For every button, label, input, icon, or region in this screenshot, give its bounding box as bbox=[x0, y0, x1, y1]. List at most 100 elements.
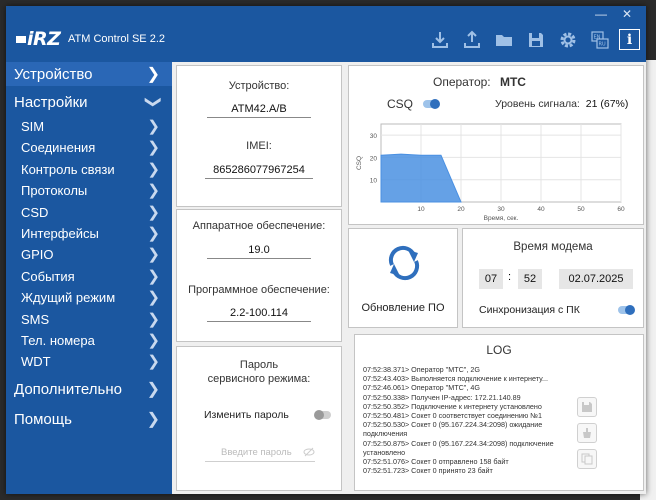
log-title: LOG bbox=[486, 343, 512, 357]
update-label: Обновление ПО bbox=[361, 302, 445, 314]
log-output: 07:52:38.371> Оператор "МТС", 2G 07:52:43… bbox=[363, 365, 555, 475]
operator-panel: Оператор: МТС CSQ Уровень сигнала: 21 (6… bbox=[348, 65, 644, 225]
upload-icon[interactable] bbox=[459, 28, 485, 52]
sidebar-subitem[interactable]: События ❯ bbox=[6, 266, 172, 287]
app-title: ATM Control SE 2.2 bbox=[68, 33, 165, 45]
sidebar-subitem[interactable]: CSD ❯ bbox=[6, 202, 172, 223]
window-controls: — ✕ bbox=[588, 6, 640, 22]
log-line: 07:52:46.061> Оператор "МТС", 4G bbox=[363, 383, 480, 393]
sidebar-subitem[interactable]: Соединения ❯ bbox=[6, 137, 172, 158]
chevron-right-icon: ❯ bbox=[147, 310, 160, 328]
save-log-icon[interactable] bbox=[577, 397, 597, 417]
log-line: 07:52:50.481> Сокет 0 соответствует соед… bbox=[363, 411, 542, 421]
sidebar-subitem-label: Интерфейсы bbox=[21, 225, 99, 241]
sidebar-item-device[interactable]: Устройство ❯ bbox=[6, 62, 172, 86]
svg-text:EN: EN bbox=[594, 35, 601, 41]
chevron-right-icon: ❯ bbox=[146, 410, 160, 428]
chevron-right-icon: ❯ bbox=[146, 380, 160, 398]
log-line: подключения bbox=[363, 429, 408, 439]
chart-xlabel: Время, сек. bbox=[484, 215, 519, 222]
sidebar-subitem[interactable]: Ждущий режим ❯ bbox=[6, 287, 172, 308]
sidebar-subitem[interactable]: GPIO ❯ bbox=[6, 244, 172, 265]
main-content: Устройство: ATM42.A/B IMEI: 865286077967… bbox=[172, 62, 646, 494]
sidebar-item-help[interactable]: Помощь ❯ bbox=[6, 403, 172, 433]
chevron-right-icon: ❯ bbox=[147, 331, 160, 349]
signal-value: 21 (67%) bbox=[585, 98, 629, 110]
sidebar-subitem[interactable]: SIM ❯ bbox=[6, 116, 172, 137]
chevron-down-icon: ❯ bbox=[144, 95, 162, 109]
sidebar-item-label: Устройство bbox=[14, 66, 93, 83]
chevron-right-icon: ❯ bbox=[147, 182, 160, 200]
minute-field[interactable]: 52 bbox=[518, 269, 542, 289]
password-input-placeholder: Введите пароль bbox=[221, 447, 292, 458]
irz-logo: iRZ bbox=[16, 28, 61, 50]
sidebar-subitem-label: Контроль связи bbox=[21, 161, 115, 177]
minimize-button[interactable]: — bbox=[588, 6, 614, 22]
sidebar-subitem[interactable]: SMS ❯ bbox=[6, 309, 172, 330]
hardware-value: 19.0 bbox=[207, 244, 311, 259]
sidebar-item-label: Помощь bbox=[14, 410, 72, 428]
hour-field[interactable]: 07 bbox=[479, 269, 503, 289]
chart-xtick-label: 30 bbox=[497, 206, 505, 213]
close-button[interactable]: ✕ bbox=[614, 6, 640, 22]
copy-log-icon[interactable] bbox=[577, 449, 597, 469]
clear-log-icon[interactable] bbox=[577, 423, 597, 443]
hide-password-icon[interactable] bbox=[303, 447, 315, 457]
sidebar-subitem[interactable]: Протоколы ❯ bbox=[6, 180, 172, 201]
title-bar: iRZ ATM Control SE 2.2 — ✕ EN RU i bbox=[6, 6, 646, 58]
update-panel[interactable]: Обновление ПО bbox=[348, 228, 458, 328]
sidebar-item-additional[interactable]: Дополнительно ❯ bbox=[6, 373, 172, 403]
modem-time-title: Время модема bbox=[513, 241, 593, 253]
svg-text:RU: RU bbox=[599, 42, 606, 48]
sidebar-item-settings[interactable]: Настройки ❯ bbox=[6, 86, 172, 116]
sidebar-subitem[interactable]: Интерфейсы ❯ bbox=[6, 223, 172, 244]
operator-value: МТС bbox=[499, 75, 526, 89]
sidebar-item-label: Дополнительно bbox=[14, 380, 122, 398]
sidebar-subitem[interactable]: WDT ❯ bbox=[6, 351, 172, 372]
sidebar: Устройство ❯ Настройки ❯ SIM ❯ Соединения ❯… bbox=[6, 62, 172, 492]
app-window: iRZ ATM Control SE 2.2 — ✕ EN RU i Устро… bbox=[6, 6, 646, 494]
log-line: 07:52:50.352> Подключение к интернету ус… bbox=[363, 401, 542, 411]
download-icon[interactable] bbox=[427, 28, 453, 52]
save-icon[interactable] bbox=[523, 28, 549, 52]
log-line: 07:52:51.723> Сокет 0 принято 23 байт bbox=[363, 466, 493, 476]
sidebar-subitem-label: События bbox=[21, 268, 75, 284]
modem-time-panel: Время модема 07 : 52 02.07.2025 Синхрони… bbox=[462, 228, 644, 328]
language-icon[interactable]: EN RU bbox=[587, 28, 613, 52]
settings-subitems: SIM ❯ Соединения ❯ Контроль связи ❯ Протоколы ❯… bbox=[6, 116, 172, 373]
gear-icon[interactable] bbox=[555, 28, 581, 52]
hardware-panel: Аппаратное обеспечение: 19.0 Программное… bbox=[176, 209, 342, 342]
chart-xtick-label: 20 bbox=[457, 206, 465, 213]
csq-chart: 10 20 30 10 20 30 40 50 60 Время, сек. CSQ bbox=[356, 123, 625, 222]
time-separator: : bbox=[508, 271, 512, 283]
csq-label: CSQ bbox=[387, 97, 414, 111]
password-title-line2: сервисного режима: bbox=[207, 373, 311, 385]
log-line: установлено bbox=[363, 447, 406, 457]
chevron-right-icon: ❯ bbox=[146, 66, 160, 83]
sidebar-subitem[interactable]: Тел. номера ❯ bbox=[6, 330, 172, 351]
log-line: 07:52:50.338> Получен IP-адрес: 172.21.1… bbox=[363, 392, 521, 402]
password-input[interactable]: Введите пароль bbox=[205, 445, 315, 462]
toolbar: EN RU i bbox=[427, 28, 640, 54]
date-field[interactable]: 02.07.2025 bbox=[559, 269, 633, 289]
chevron-right-icon: ❯ bbox=[147, 203, 160, 221]
password-panel: Пароль сервисного режима: Изменить парол… bbox=[176, 346, 342, 491]
chart-ytick-label: 20 bbox=[370, 155, 378, 162]
log-line: 07:52:50.875> Сокет 0 (95.167.224.34:209… bbox=[363, 438, 554, 448]
sync-toggle[interactable] bbox=[618, 305, 635, 315]
chart-ytick-label: 30 bbox=[370, 133, 378, 140]
csq-toggle[interactable] bbox=[423, 99, 440, 109]
software-label: Программное обеспечение: bbox=[188, 284, 330, 296]
chart-xtick-label: 40 bbox=[537, 206, 545, 213]
sidebar-subitem[interactable]: Контроль связи ❯ bbox=[6, 159, 172, 180]
chevron-right-icon: ❯ bbox=[147, 118, 160, 135]
chart-xtick-label: 50 bbox=[577, 206, 585, 213]
change-password-toggle[interactable] bbox=[314, 410, 331, 420]
folder-icon[interactable] bbox=[491, 28, 517, 52]
info-icon[interactable]: i bbox=[619, 29, 640, 50]
imei-label: IMEI: bbox=[246, 140, 272, 152]
chart-ytick-label: 10 bbox=[370, 178, 378, 185]
chevron-right-icon: ❯ bbox=[147, 267, 160, 285]
update-icon[interactable] bbox=[384, 243, 424, 283]
chevron-right-icon: ❯ bbox=[147, 224, 160, 242]
